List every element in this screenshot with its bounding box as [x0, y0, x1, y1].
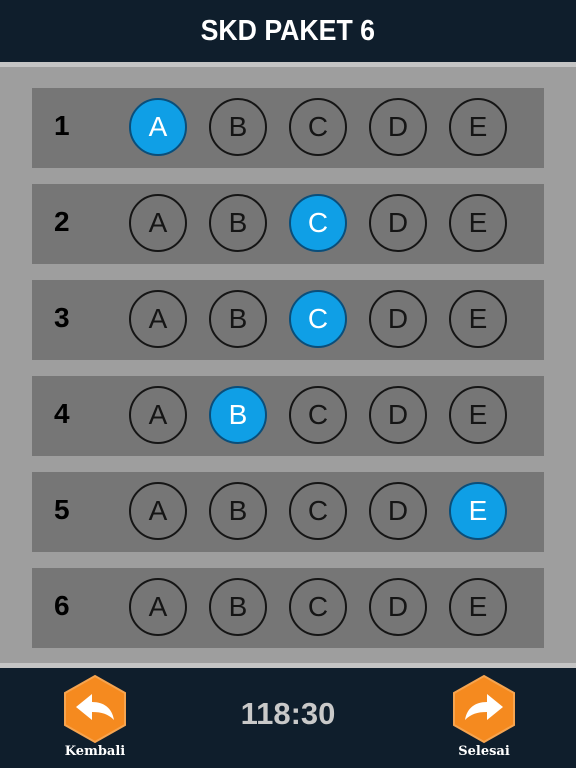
option-b-button[interactable]: B: [209, 290, 267, 348]
finish-button[interactable]: Selesai: [439, 674, 529, 764]
option-c-button[interactable]: C: [289, 482, 347, 540]
option-d-button[interactable]: D: [369, 194, 427, 252]
option-e-button[interactable]: E: [449, 290, 507, 348]
page-title: SKD PAKET 6: [200, 14, 376, 47]
option-b-button[interactable]: B: [209, 578, 267, 636]
option-b-button[interactable]: B: [209, 386, 267, 444]
option-e-button[interactable]: E: [449, 386, 507, 444]
bottom-bar: Kembali 118:30 Selesai: [0, 668, 576, 768]
option-a-button[interactable]: A: [129, 290, 187, 348]
option-d-button[interactable]: D: [369, 386, 427, 444]
option-c-button[interactable]: C: [289, 386, 347, 444]
back-label: Kembali: [64, 744, 126, 759]
question-number: 2: [54, 206, 70, 237]
question-row: 3 ABCDE: [32, 280, 544, 360]
option-b-button[interactable]: B: [209, 194, 267, 252]
question-row: 5 ABCDE: [32, 472, 544, 552]
option-c-button[interactable]: C: [289, 578, 347, 636]
question-number: 1: [54, 110, 70, 141]
option-b-button[interactable]: B: [209, 482, 267, 540]
option-a-button[interactable]: A: [129, 98, 187, 156]
finish-label: Selesai: [458, 744, 510, 759]
option-a-button[interactable]: A: [129, 386, 187, 444]
back-arrow-icon: [64, 674, 126, 744]
option-c-button[interactable]: C: [289, 194, 347, 252]
forward-arrow-icon: [453, 674, 515, 744]
option-a-button[interactable]: A: [129, 194, 187, 252]
option-c-button[interactable]: C: [289, 290, 347, 348]
question-row: 1 ABCDE: [32, 88, 544, 168]
question-number: 3: [54, 302, 70, 333]
option-b-button[interactable]: B: [209, 98, 267, 156]
option-d-button[interactable]: D: [369, 482, 427, 540]
option-d-button[interactable]: D: [369, 290, 427, 348]
option-a-button[interactable]: A: [129, 578, 187, 636]
question-number: 5: [54, 494, 70, 525]
option-e-button[interactable]: E: [449, 194, 507, 252]
question-row: 6 ABCDE: [32, 568, 544, 648]
option-e-button[interactable]: E: [449, 578, 507, 636]
question-row: 4 ABCDE: [32, 376, 544, 456]
question-number: 4: [54, 398, 70, 429]
answer-sheet: 1ABCDE2ABCDE3ABCDE4ABCDE5ABCDE6ABCDE: [0, 62, 576, 668]
app-header: SKD PAKET 6: [0, 0, 576, 62]
option-d-button[interactable]: D: [369, 578, 427, 636]
question-number: 6: [54, 590, 70, 621]
option-e-button[interactable]: E: [449, 482, 507, 540]
question-row: 2 ABCDE: [32, 184, 544, 264]
option-c-button[interactable]: C: [289, 98, 347, 156]
back-button[interactable]: Kembali: [50, 674, 140, 764]
option-a-button[interactable]: A: [129, 482, 187, 540]
countdown-timer: 118:30: [240, 696, 336, 731]
option-e-button[interactable]: E: [449, 98, 507, 156]
option-d-button[interactable]: D: [369, 98, 427, 156]
